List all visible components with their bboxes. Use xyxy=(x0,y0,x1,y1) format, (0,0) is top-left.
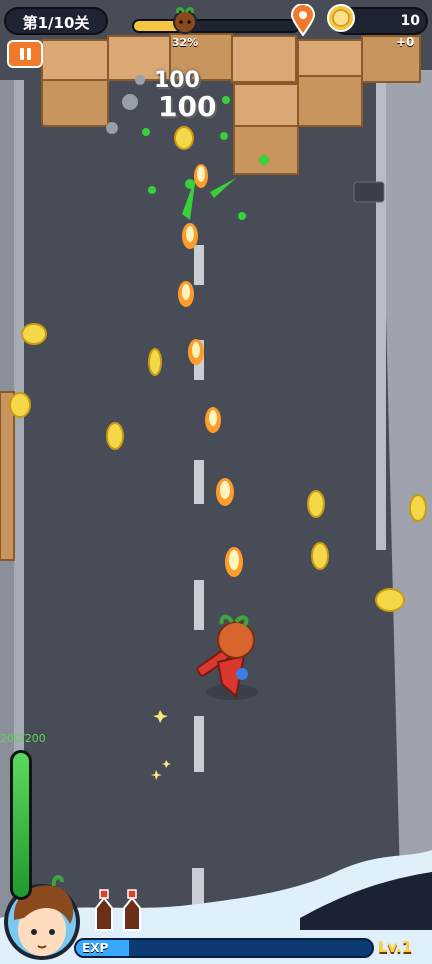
pause-button[interactable] xyxy=(7,40,43,68)
coin-icon xyxy=(327,4,355,32)
exp-bar xyxy=(74,938,374,958)
level-progress-bar xyxy=(132,19,300,33)
goal-pin-icon xyxy=(290,4,316,36)
exp-label: EXP xyxy=(82,941,109,955)
hp-fill xyxy=(13,753,29,897)
level-label: Lv.1 xyxy=(378,938,413,956)
sprout-icon xyxy=(173,7,197,34)
score-popup: 100 xyxy=(158,90,217,123)
progress-percent: 32% xyxy=(171,36,199,49)
road xyxy=(0,0,432,964)
game-scene xyxy=(0,0,432,964)
hp-bar xyxy=(10,750,32,900)
drain-grate xyxy=(353,181,385,203)
hp-text: 200/200 xyxy=(0,732,46,745)
stage-indicator: 第1/10关 xyxy=(4,7,108,35)
coin-count: 10 xyxy=(400,13,420,29)
right-curb xyxy=(376,70,386,550)
coin-gain: +0 xyxy=(396,35,415,49)
